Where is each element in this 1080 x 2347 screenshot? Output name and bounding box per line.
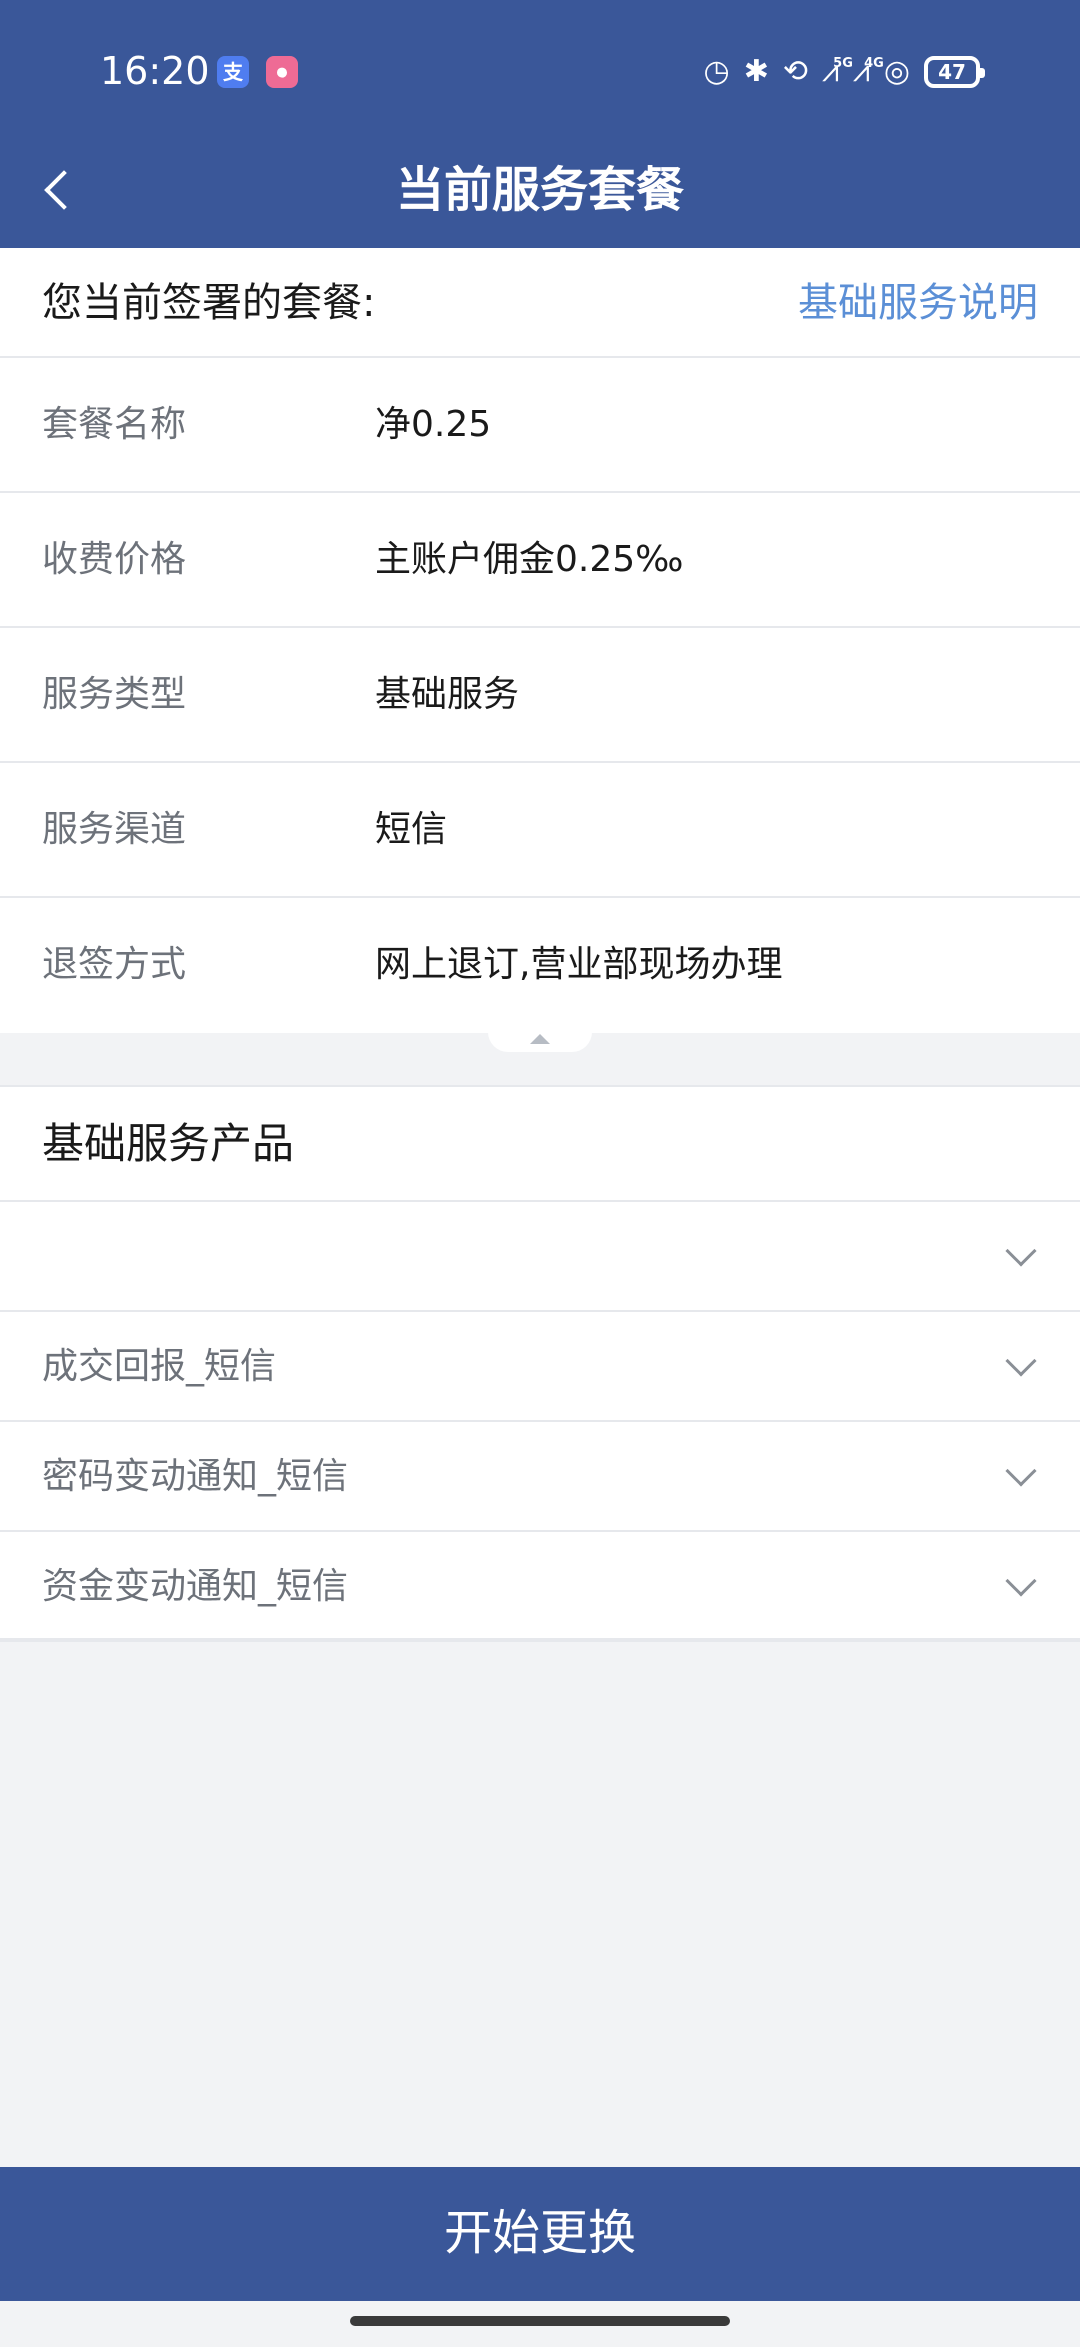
service-type-label: 服务类型 (42, 674, 187, 715)
alipay-notification-icon: 支 (217, 56, 249, 88)
plan-name-label: 套餐名称 (42, 404, 187, 445)
product-item-name: 成交回报_短信 (42, 1346, 277, 1387)
hotspot-icon: ◎ (883, 54, 910, 89)
battery-icon: 47 (924, 56, 985, 88)
basic-service-info-link[interactable]: 基础服务说明 (798, 278, 1038, 328)
bluetooth-icon: ✱ (743, 54, 769, 89)
current-plan-card: 您当前签署的套餐: 基础服务说明 套餐名称 净0.25 收费价格 主账户佣金0.… (0, 248, 1080, 1033)
signal-5g-icon: ⩘ 5G (822, 50, 853, 94)
start-change-button[interactable]: 开始更换 (0, 2167, 1080, 2301)
product-item-name: 资金变动通知_短信 (42, 1566, 349, 1607)
service-type-value: 基础服务 (375, 674, 520, 715)
collapse-toggle-icon[interactable] (488, 1030, 592, 1052)
cancel-method-value: 网上退订,营业部现场办理 (375, 944, 783, 985)
chevron-down-icon (1005, 1345, 1037, 1377)
signal-4g-label: 4G (864, 56, 884, 71)
signal-4g-icon: ⩘ 4G (853, 50, 884, 94)
plan-heading: 您当前签署的套餐: (42, 280, 376, 326)
product-item-trade-report[interactable]: 成交回报_短信 (0, 1312, 1080, 1422)
price-value: 主账户佣金0.25‰ (375, 539, 684, 580)
products-title: 基础服务产品 (0, 1087, 1080, 1202)
plan-name-value: 净0.25 (375, 404, 492, 445)
product-item-name: 密码变动通知_短信 (42, 1456, 349, 1497)
status-time: 16:20 (100, 49, 210, 93)
product-item[interactable] (0, 1202, 1080, 1312)
service-channel-value: 短信 (375, 809, 448, 850)
status-icons: ◷ ✱ ⟲ ⩘ 5G ⩘ 4G ◎ 47 (703, 50, 985, 94)
home-indicator[interactable] (350, 2316, 730, 2326)
price-label: 收费价格 (42, 539, 187, 580)
status-bar: 16:20 支 ⏺ ◷ ✱ ⟲ ⩘ 5G ⩘ 4G ◎ 47 (0, 0, 1080, 148)
chevron-down-icon (1005, 1235, 1037, 1267)
service-channel-row: 服务渠道 短信 (0, 763, 1080, 898)
product-item-fund-change[interactable]: 资金变动通知_短信 (0, 1532, 1080, 1642)
signal-5g-label: 5G (833, 56, 853, 71)
alarm-icon: ◷ (703, 54, 730, 89)
service-type-row: 服务类型 基础服务 (0, 628, 1080, 763)
plan-name-row: 套餐名称 净0.25 (0, 358, 1080, 493)
price-row: 收费价格 主账户佣金0.25‰ (0, 493, 1080, 628)
chevron-down-icon (1005, 1455, 1037, 1487)
chevron-down-icon (1005, 1565, 1037, 1597)
nfc-icon: ⟲ (782, 54, 808, 89)
cancel-method-label: 退签方式 (42, 944, 187, 985)
app-header: 16:20 支 ⏺ ◷ ✱ ⟲ ⩘ 5G ⩘ 4G ◎ 47 当前服务套餐 (0, 0, 1080, 248)
page-title: 当前服务套餐 (395, 162, 684, 218)
product-item-password-change[interactable]: 密码变动通知_短信 (0, 1422, 1080, 1532)
products-title-text: 基础服务产品 (42, 1119, 295, 1168)
bilibili-notification-icon: ⏺ (266, 56, 298, 88)
service-channel-label: 服务渠道 (42, 809, 187, 850)
plan-card-header: 您当前签署的套餐: 基础服务说明 (0, 248, 1080, 358)
cancel-method-row: 退签方式 网上退订,营业部现场办理 (0, 898, 1080, 1033)
basic-products-section: 基础服务产品 成交回报_短信 密码变动通知_短信 资金变动通知_短信 (0, 1085, 1080, 1642)
